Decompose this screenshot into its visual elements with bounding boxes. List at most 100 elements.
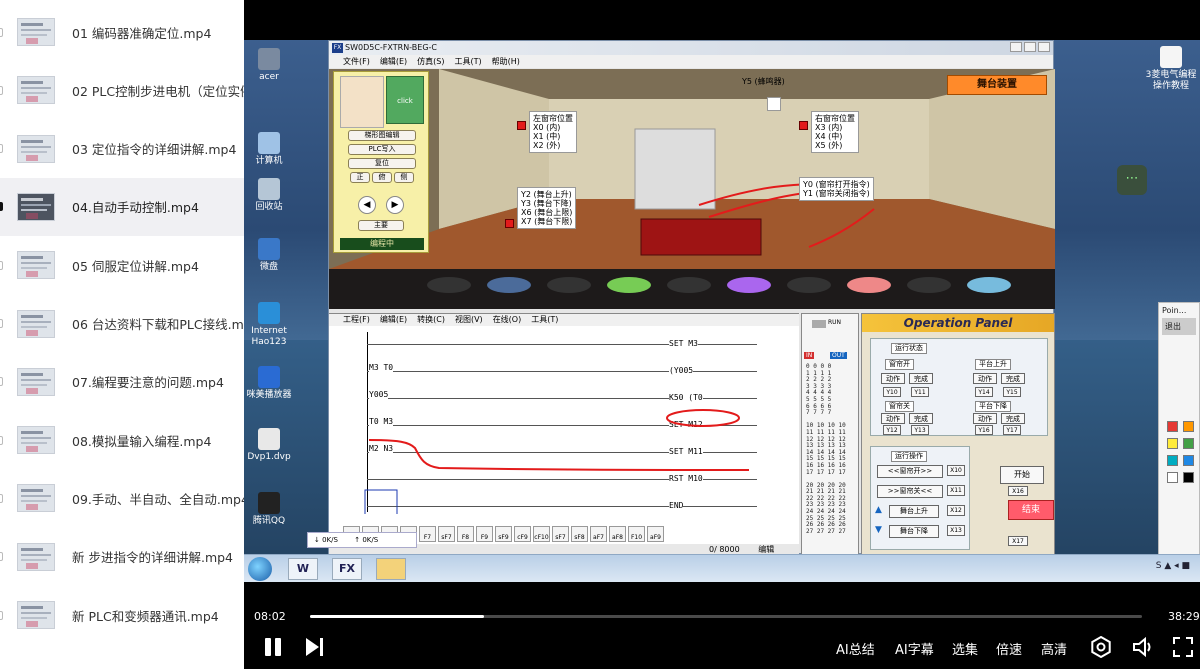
- playlist-checkbox[interactable]: [0, 552, 3, 562]
- reset-button[interactable]: 复位: [348, 158, 416, 169]
- playlist-item[interactable]: 05 伺服定位讲解.mp4: [0, 236, 244, 294]
- next-episode-button[interactable]: [304, 636, 326, 658]
- function-key-button[interactable]: aF7: [590, 526, 607, 542]
- playlist-checkbox[interactable]: [0, 202, 3, 212]
- pointer-exit-button[interactable]: 退出: [1162, 318, 1196, 335]
- function-key-button[interactable]: F10: [628, 526, 645, 542]
- playlist-checkbox[interactable]: [0, 377, 3, 387]
- click-book-button[interactable]: click: [386, 76, 424, 124]
- function-key-button[interactable]: cF10: [533, 526, 550, 542]
- desktop-icon[interactable]: 腾讯QQ: [244, 492, 294, 527]
- desktop-icon-tutorial[interactable]: 3菱电气编程 操作教程: [1144, 46, 1198, 92]
- maximize-button[interactable]: [1024, 42, 1036, 52]
- episodes-button[interactable]: 选集: [952, 639, 978, 658]
- playlist-item[interactable]: 08.模拟量输入编程.mp4: [0, 411, 244, 469]
- minimize-button[interactable]: [1010, 42, 1022, 52]
- color-swatch[interactable]: [1167, 421, 1178, 432]
- color-swatch[interactable]: [1167, 455, 1178, 466]
- main-button[interactable]: 主要: [358, 220, 404, 231]
- playlist-item[interactable]: 09.手动、半自动、全自动.mp4: [0, 469, 244, 527]
- function-key-button[interactable]: aF8: [609, 526, 626, 542]
- view-top-button[interactable]: 俯: [372, 172, 392, 183]
- end-button[interactable]: 结束: [1008, 500, 1054, 520]
- fullscreen-icon[interactable]: [1172, 636, 1194, 658]
- start-button[interactable]: 开始: [1000, 466, 1044, 484]
- menu-item[interactable]: 编辑(E): [380, 55, 407, 68]
- desktop-icon[interactable]: 微盘: [244, 238, 294, 273]
- playlist-checkbox[interactable]: [0, 27, 3, 37]
- pause-button[interactable]: [262, 636, 284, 658]
- desktop-icon[interactable]: 计算机: [244, 132, 294, 167]
- settings-icon[interactable]: [1090, 636, 1112, 658]
- ladder-edit-button[interactable]: 梯形图编辑: [348, 130, 416, 141]
- desktop-icon[interactable]: acer: [244, 48, 294, 83]
- chat-icon[interactable]: ⋯: [1117, 165, 1147, 195]
- function-key-button[interactable]: F8: [457, 526, 474, 542]
- desktop-icon[interactable]: Dvp1.dvp: [244, 428, 294, 463]
- video-player[interactable]: acer 计算机回收站微盘 Internet Hao123 咪美播放器 Dvp1.dvp…: [244, 0, 1200, 669]
- color-swatch[interactable]: [1183, 438, 1194, 449]
- desktop-icon[interactable]: 回收站: [244, 178, 294, 213]
- taskbar-fx-icon[interactable]: FX: [332, 558, 362, 580]
- taskbar-word-icon[interactable]: W: [288, 558, 318, 580]
- color-swatch[interactable]: [1167, 472, 1178, 483]
- desktop-icon[interactable]: 咪美播放器: [244, 366, 294, 401]
- menu-item[interactable]: 仿真(S): [417, 55, 444, 68]
- playlist-checkbox[interactable]: [0, 319, 3, 328]
- view-front-button[interactable]: 正: [350, 172, 370, 183]
- operation-button[interactable]: 舞台上升: [889, 505, 939, 518]
- color-swatch[interactable]: [1183, 421, 1194, 432]
- function-key-button[interactable]: cF9: [514, 526, 531, 542]
- menu-item[interactable]: 工具(T): [454, 55, 481, 68]
- playlist-item[interactable]: 03 定位指令的详细讲解.mp4: [0, 120, 244, 178]
- function-key-button[interactable]: sF7: [438, 526, 455, 542]
- prev-arrow-icon[interactable]: ◀: [358, 196, 376, 214]
- view-side-button[interactable]: 侧: [394, 172, 414, 183]
- taskbar-folder-icon[interactable]: [376, 558, 406, 580]
- playlist-item[interactable]: 02 PLC控制步进电机（定位实例): [0, 61, 244, 119]
- playlist-checkbox[interactable]: [0, 610, 3, 620]
- playlist-item[interactable]: 04.自动手动控制.mp4: [0, 177, 244, 236]
- function-key-button[interactable]: sF9: [495, 526, 512, 542]
- speed-button[interactable]: 倍速: [996, 639, 1022, 658]
- playlist-checkbox[interactable]: [0, 144, 3, 154]
- plc-write-button[interactable]: PLC写入: [348, 144, 416, 155]
- video-frame[interactable]: acer 计算机回收站微盘 Internet Hao123 咪美播放器 Dvp1.dvp…: [244, 40, 1200, 582]
- playlist-item[interactable]: 07.编程要注意的问题.mp4: [0, 353, 244, 411]
- playlist-item[interactable]: 新 PLC和变频器通讯.mp4: [0, 586, 244, 644]
- playlist-checkbox[interactable]: [0, 85, 3, 95]
- operation-button[interactable]: >>窗帘关<<: [877, 485, 943, 498]
- ai-subtitle-button[interactable]: AI字幕: [895, 639, 934, 658]
- next-arrow-icon[interactable]: ▶: [386, 196, 404, 214]
- ai-summary-button[interactable]: AI总结: [836, 639, 875, 658]
- function-key-button[interactable]: F9: [476, 526, 493, 542]
- playlist-item[interactable]: 01 编码器准确定位.mp4: [0, 3, 244, 61]
- desktop-icon[interactable]: Internet Hao123: [244, 302, 294, 348]
- function-key-button[interactable]: sF7: [552, 526, 569, 542]
- playlist-item[interactable]: 06 台达资料下载和PLC接线.mp4: [0, 295, 244, 353]
- operation-button[interactable]: 舞台下降: [889, 525, 939, 538]
- close-button[interactable]: [1038, 42, 1050, 52]
- quality-button[interactable]: 高清: [1041, 639, 1067, 658]
- ladder-editor[interactable]: 工程(F) 编辑(E) 转换(C) 视图(V) 在线(O) 工具(T) SET M3 M3 …: [329, 313, 799, 556]
- stage-device-button[interactable]: 舞台装置: [947, 75, 1047, 95]
- operation-button[interactable]: <<窗帘开>>: [877, 465, 943, 478]
- function-key-button[interactable]: aF9: [647, 526, 664, 542]
- function-key-button[interactable]: sF8: [571, 526, 588, 542]
- progress-bar[interactable]: [310, 615, 1142, 618]
- color-swatch[interactable]: [1183, 455, 1194, 466]
- color-swatch[interactable]: [1167, 438, 1178, 449]
- function-key-button[interactable]: F7: [419, 526, 436, 542]
- volume-icon[interactable]: [1132, 636, 1154, 658]
- fx-trainer-window[interactable]: FX SW0D5C-FXTRN-BEG-C 文件(F) 编辑(E) 仿真(S) 工具(…: [328, 40, 1055, 556]
- io-points: 0 0 0 0 1 1 1 1 2 2 2 2 3 3 3 3 4 4 4 4 …: [806, 363, 846, 535]
- playlist-checkbox[interactable]: [0, 260, 3, 270]
- menu-item[interactable]: 帮助(H): [492, 55, 520, 68]
- desktop-icon-label: Internet Hao123: [251, 326, 287, 347]
- windows-start-icon[interactable]: [248, 557, 272, 581]
- playlist-checkbox[interactable]: [0, 493, 3, 503]
- menu-item[interactable]: 文件(F): [343, 55, 370, 68]
- playlist-item[interactable]: 新 步进指令的详细讲解.mp4: [0, 528, 244, 586]
- playlist-checkbox[interactable]: [0, 435, 3, 445]
- color-swatch[interactable]: [1183, 472, 1194, 483]
